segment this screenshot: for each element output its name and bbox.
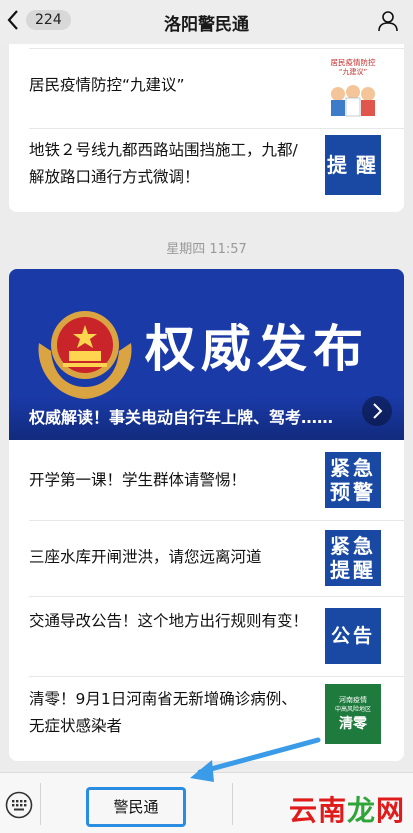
list-item[interactable]: 清零！9月1日河南省无新增确诊病例、无症状感染者 河南疫情 中高风险地区 清零 — [9, 676, 404, 761]
thumb-text: 公告 — [330, 625, 375, 647]
thumbnail-reminder: 提 醒 — [325, 135, 381, 195]
thumb-text: 紧急 — [330, 534, 376, 558]
article-title: 三座水库开闸泄洪，请您远离河道 — [29, 548, 262, 566]
thumb-text: 提 — [327, 153, 350, 177]
watermark-logo: 云南龙网 — [289, 789, 405, 829]
user-profile-icon[interactable] — [377, 10, 399, 32]
list-item[interactable]: 居民疫情防控“九建议” 居民疫情防控 “九建议” — [9, 44, 404, 128]
thumb-text: 河南疫情 — [339, 695, 367, 704]
thumb-text: 居民疫情防控 — [331, 57, 376, 67]
chevron-right-icon — [373, 403, 383, 419]
banner-article[interactable]: 权威发布 权威解读！事关电动自行车上牌、驾考…… — [9, 269, 404, 440]
divider — [232, 783, 233, 825]
thumbnail-emergency-reminder: 紧急 提醒 — [325, 530, 381, 586]
article-title: 地铁２号线九都西路站围挡施工，九都/解放路口通行方式微调！ — [29, 141, 298, 186]
bottom-menu-bar: 警民通 云南龙网 — [0, 772, 413, 833]
thumbnail-emergency-warning: 紧急 预警 — [325, 452, 381, 508]
thumbnail-announcement: 公告 — [325, 608, 381, 664]
thumb-text: “九建议” — [339, 67, 367, 76]
page-title: 洛阳警民通 — [164, 15, 249, 35]
article-title: 居民疫情防控“九建议” — [29, 76, 185, 94]
message-timestamp: 星期四 11:57 — [166, 242, 247, 257]
article-card-main: 权威发布 权威解读！事关电动自行车上牌、驾考…… 开学第一课！学生群体请警惕！ … — [9, 269, 404, 761]
list-item[interactable]: 三座水库开闸泄洪，请您远离河道 紧急 提醒 — [9, 520, 404, 596]
next-button[interactable] — [362, 396, 392, 426]
keyboard-icon[interactable] — [5, 791, 33, 819]
menu-button-jingmintong[interactable]: 警民通 — [86, 787, 186, 827]
thumb-text: 提醒 — [330, 558, 376, 582]
police-emblem-icon — [38, 311, 132, 399]
thumb-text: 紧急 — [330, 456, 376, 480]
thumb-text: 醒 — [356, 153, 379, 177]
list-item[interactable]: 交通导改公告！这个地方出行规则有变！ 公告 — [9, 596, 404, 676]
thumbnail-epidemic: 居民疫情防控 “九建议” — [325, 56, 381, 118]
article-title: 开学第一课！学生群体请警惕！ — [29, 471, 247, 489]
thumb-text: 中高风险地区 — [334, 705, 371, 713]
banner-caption: 权威解读！事关电动自行车上牌、驾考…… — [29, 408, 334, 427]
article-card-top: 居民疫情防控“九建议” 居民疫情防控 “九建议” 地铁２号线九都西路站围挡施工，… — [9, 44, 404, 212]
list-item[interactable]: 开学第一课！学生群体请警惕！ 紧急 预警 — [9, 440, 404, 520]
article-title: 清零！9月1日河南省无新增确诊病例、无症状感染者 — [29, 690, 297, 735]
thumb-text: 预警 — [330, 480, 376, 504]
divider — [40, 783, 41, 825]
nav-header: 224 洛阳警民通 — [0, 0, 413, 44]
list-item[interactable]: 地铁２号线九都西路站围挡施工，九都/解放路口通行方式微调！ 提 醒 — [9, 128, 404, 212]
watermark-text: 网 — [375, 794, 405, 827]
banner-headline: 权威发布 — [145, 319, 369, 378]
watermark-text: 云南 — [288, 794, 347, 827]
article-title: 交通导改公告！这个地方出行规则有变！ — [29, 612, 309, 630]
thumb-text: 清零 — [339, 715, 367, 732]
watermark-text: 龙 — [346, 794, 376, 827]
thumbnail-cleared: 河南疫情 中高风险地区 清零 — [325, 684, 381, 744]
